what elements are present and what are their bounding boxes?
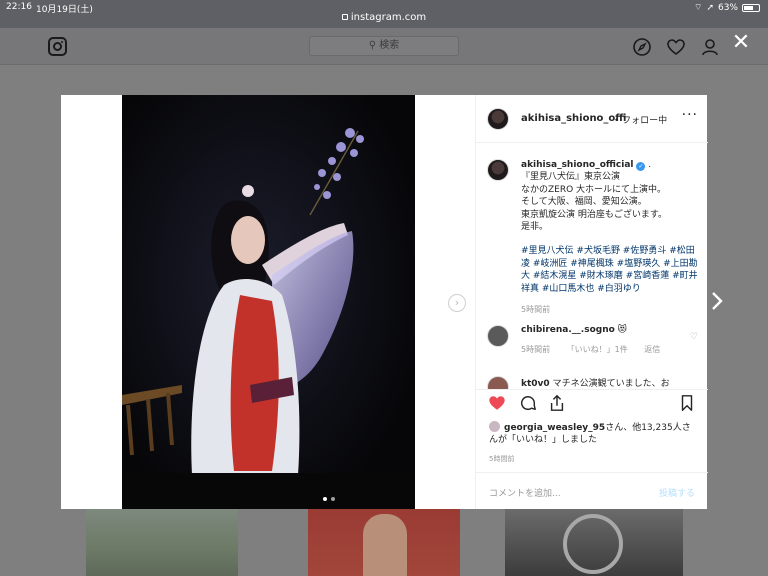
instagram-header: ⚲ 検索 <box>0 28 768 65</box>
avatar[interactable] <box>487 159 509 181</box>
verified-badge-icon: ✓ <box>636 162 646 171</box>
comment-likes[interactable]: 「いいね！」1件 <box>567 345 628 354</box>
add-comment-bar: コメントを追加... 投稿する <box>476 472 708 509</box>
search-input[interactable]: ⚲ 検索 <box>309 36 459 56</box>
liker-username[interactable]: georgia_weasley_95 <box>504 423 605 433</box>
caption-line: 是非。 <box>521 222 549 233</box>
search-icon: ⚲ <box>368 40 380 51</box>
status-right: ⌔ ➚ 63% <box>694 2 760 13</box>
header-icons <box>632 37 720 57</box>
caption-username[interactable]: akihisa_shiono_official <box>521 160 634 170</box>
post-username[interactable]: akihisa_shiono_offi <box>521 113 626 124</box>
comment-emoji: 😻 <box>617 325 628 335</box>
caption-line: 『里見八犬伝』東京公演 <box>521 172 621 183</box>
comment-time: 5時間前 <box>521 345 551 354</box>
battery-icon <box>742 3 760 12</box>
like-heart-filled-icon[interactable] <box>488 394 506 412</box>
heart-icon[interactable] <box>666 37 686 57</box>
reply-button[interactable]: 返信 <box>644 345 660 354</box>
wifi-icon: ⌔ <box>693 3 703 13</box>
caption-line: 東京凱旋公演 明治座もございます。 <box>521 209 667 220</box>
caption: akihisa_shiono_official ✓ . 『里見八犬伝』東京公演 … <box>521 159 701 316</box>
comment-username[interactable]: chibirena.__.sogno <box>521 325 615 335</box>
post-modal: › akihisa_shiono_offi • フォロー中 ··· akihis… <box>61 95 708 509</box>
liker-avatar <box>489 421 500 432</box>
battery-percent: 63% <box>717 2 738 13</box>
lock-icon <box>341 14 348 20</box>
avatar[interactable] <box>487 376 509 389</box>
location-icon: ➚ <box>706 2 714 13</box>
url-text: instagram.com <box>350 12 427 23</box>
comment-username[interactable]: kt0v0 <box>521 379 550 389</box>
bookmark-icon[interactable] <box>678 394 696 412</box>
comment-input[interactable]: コメントを追加... <box>489 486 561 499</box>
comment-text: chibirena.__.sogno 😻 <box>521 325 627 335</box>
address-bar[interactable]: instagram.com <box>0 12 768 23</box>
compass-icon[interactable] <box>632 37 652 57</box>
carousel-next-button[interactable]: › <box>448 294 466 312</box>
close-icon[interactable]: ✕ <box>730 32 752 54</box>
likes-summary: georgia_weasley_95さん、他13,235人さんが「いいね！」しま… <box>489 421 699 446</box>
comment-icon[interactable] <box>519 394 537 412</box>
grid-thumbnail[interactable] <box>86 508 238 576</box>
caption-line: そして大阪、福岡、愛知公演。 <box>521 197 647 208</box>
comments-area: akihisa_shiono_official ✓ . 『里見八犬伝』東京公演 … <box>476 144 708 389</box>
post-side-panel: akihisa_shiono_offi • フォロー中 ··· akihisa_… <box>475 95 708 509</box>
grid-thumbnail[interactable] <box>308 508 460 576</box>
profile-icon[interactable] <box>700 37 720 57</box>
following-label[interactable]: • フォロー中 <box>614 113 667 126</box>
caption-time: 5時間前 <box>521 305 551 315</box>
instagram-logo-icon[interactable] <box>48 37 67 56</box>
post-header: akihisa_shiono_offi • フォロー中 ··· <box>476 95 708 143</box>
avatar[interactable] <box>487 108 509 130</box>
grid-thumbnail[interactable] <box>505 508 683 576</box>
caption-hashtags[interactable]: #里見八犬伝 #犬坂毛野 #佐野勇斗 #松田凌 #岐洲匠 #神尾楓珠 #塩野瑛久… <box>521 245 701 295</box>
status-time: 22:16 <box>6 2 32 12</box>
post-actions <box>476 389 708 417</box>
share-icon[interactable] <box>548 394 566 412</box>
comment-like-icon[interactable]: ♡ <box>690 332 698 342</box>
carousel-dots <box>323 497 335 501</box>
post-time: 5時間前 <box>489 455 515 463</box>
status-bar: 22:16 10月19日(土) instagram.com ⌔ ➚ 63% <box>0 0 768 28</box>
next-post-arrow-icon[interactable] <box>710 291 724 311</box>
caption-line: なかのZERO 大ホールにて上演中。 <box>521 184 667 195</box>
stage-performer-image <box>122 95 415 509</box>
post-comment-button[interactable]: 投稿する <box>659 486 695 499</box>
avatar[interactable] <box>487 325 509 347</box>
comment-text: kt0v0 マチネ公演観ていました、お <box>521 379 670 389</box>
post-media: › <box>61 95 475 509</box>
post-photo[interactable] <box>122 95 415 509</box>
comment-meta: 5時間前 「いいね！」1件 返信 <box>521 344 674 355</box>
more-options-icon[interactable]: ··· <box>682 107 698 123</box>
search-placeholder: 検索 <box>379 40 400 51</box>
